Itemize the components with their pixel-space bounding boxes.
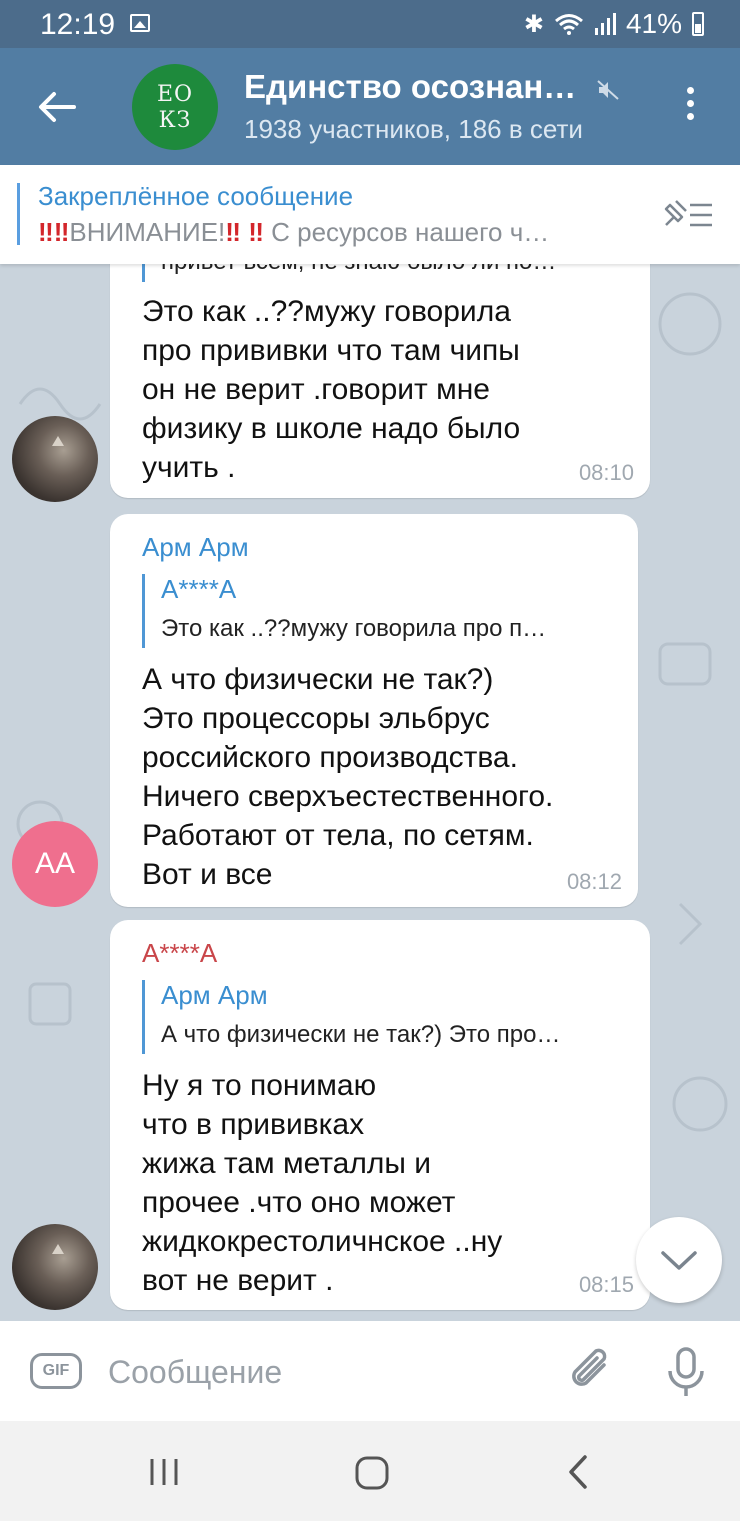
user-avatar-initials[interactable]: АА — [12, 821, 98, 907]
pinned-emphasis-right: ‼ ‼ — [225, 217, 264, 247]
quoted-sender: Арм Арм — [161, 980, 268, 1010]
chat-subtitle: 1938 участников, 186 в сети — [244, 114, 583, 144]
mute-icon — [597, 80, 619, 100]
status-time: 12:19 — [40, 8, 116, 41]
reply-quote-cut: привет всем, не знаю было ли по… — [142, 264, 556, 282]
image-icon — [130, 14, 150, 32]
message-bubble[interactable]: Арм Арм А****А Это как ..??мужу говорила… — [110, 514, 638, 907]
chat-header: EO КЗ Единство осознан… 1938 участников,… — [0, 48, 740, 165]
chevron-down-icon — [661, 1251, 697, 1270]
message-text: Это как ..??мужу говорила про прививки ч… — [142, 295, 521, 484]
pinned-emphasis-left: ‼‼ — [38, 217, 70, 247]
group-avatar-line1: EO — [156, 82, 194, 107]
quoted-text: А что физически не так?) Это про… — [161, 1021, 561, 1048]
quoted-sender: А****А — [161, 574, 237, 604]
battery-percent: 41% — [625, 8, 682, 39]
reply-quote[interactable]: Арм Арм А что физически не так?) Это про… — [142, 980, 560, 1054]
home-icon[interactable] — [354, 1455, 390, 1491]
message-text: А что физически не так?) Это процессоры … — [142, 663, 554, 891]
message-text: Ну я то понимаю что в прививках жижа там… — [142, 1069, 503, 1297]
back-arrow-icon[interactable] — [34, 84, 80, 130]
message-time: 08:12 — [566, 869, 622, 894]
message-composer: GIF — [0, 1321, 740, 1421]
back-icon[interactable] — [565, 1453, 591, 1491]
paperclip-icon[interactable] — [566, 1345, 616, 1397]
message-time: 08:10 — [578, 460, 634, 485]
pinned-rest: С ресурсов нашего ч… — [263, 217, 550, 247]
message-bubble[interactable]: А****А Арм Арм А что физически не так?) … — [110, 920, 650, 1310]
group-avatar-line2: КЗ — [158, 108, 192, 133]
message-time: 08:15 — [578, 1272, 634, 1297]
message-bubble[interactable]: привет всем, не знаю было ли по… Это как… — [110, 264, 650, 498]
bluetooth-icon: ✱ — [523, 10, 544, 38]
chat-area[interactable]: привет всем, не знаю было ли по… Это как… — [0, 264, 740, 1321]
message-input[interactable] — [106, 1347, 550, 1397]
chat-title[interactable]: Единство осознан… — [244, 68, 576, 106]
status-bar: 12:19 ✱ 41% — [0, 0, 740, 48]
pin-list-icon[interactable] — [660, 195, 716, 235]
group-avatar[interactable]: EO КЗ — [132, 64, 218, 150]
pinned-title: Закреплённое сообщение — [38, 181, 354, 211]
pinned-message[interactable]: Закреплённое сообщение ‼‼ВНИМАНИЕ!‼ ‼ С … — [0, 165, 740, 264]
wifi-icon — [554, 14, 583, 35]
signal-icon — [594, 13, 616, 35]
system-nav-bar — [0, 1421, 740, 1521]
sender-name[interactable]: Арм Арм — [142, 532, 249, 563]
quoted-text: Это как ..??мужу говорила про п… — [161, 615, 547, 642]
scroll-down-button[interactable] — [636, 1217, 722, 1303]
reply-quote[interactable]: А****А Это как ..??мужу говорила про п… — [142, 574, 546, 648]
pinned-text: ‼‼ВНИМАНИЕ!‼ ‼ С ресурсов нашего ч… — [38, 217, 648, 248]
quoted-text: привет всем, не знаю было ли по… — [161, 264, 556, 275]
status-right: ✱ 41% — [524, 8, 704, 40]
sender-name[interactable]: А****А — [142, 938, 217, 969]
pinned-word: ВНИМАНИЕ! — [69, 217, 226, 247]
more-vert-icon[interactable] — [682, 84, 698, 130]
battery-icon — [692, 12, 704, 36]
gif-button[interactable]: GIF — [30, 1353, 82, 1389]
user-avatar[interactable] — [12, 416, 98, 502]
recent-apps-icon[interactable] — [147, 1455, 181, 1489]
pinned-bar — [17, 183, 20, 245]
microphone-icon[interactable] — [664, 1345, 708, 1399]
user-avatar[interactable] — [12, 1224, 98, 1310]
